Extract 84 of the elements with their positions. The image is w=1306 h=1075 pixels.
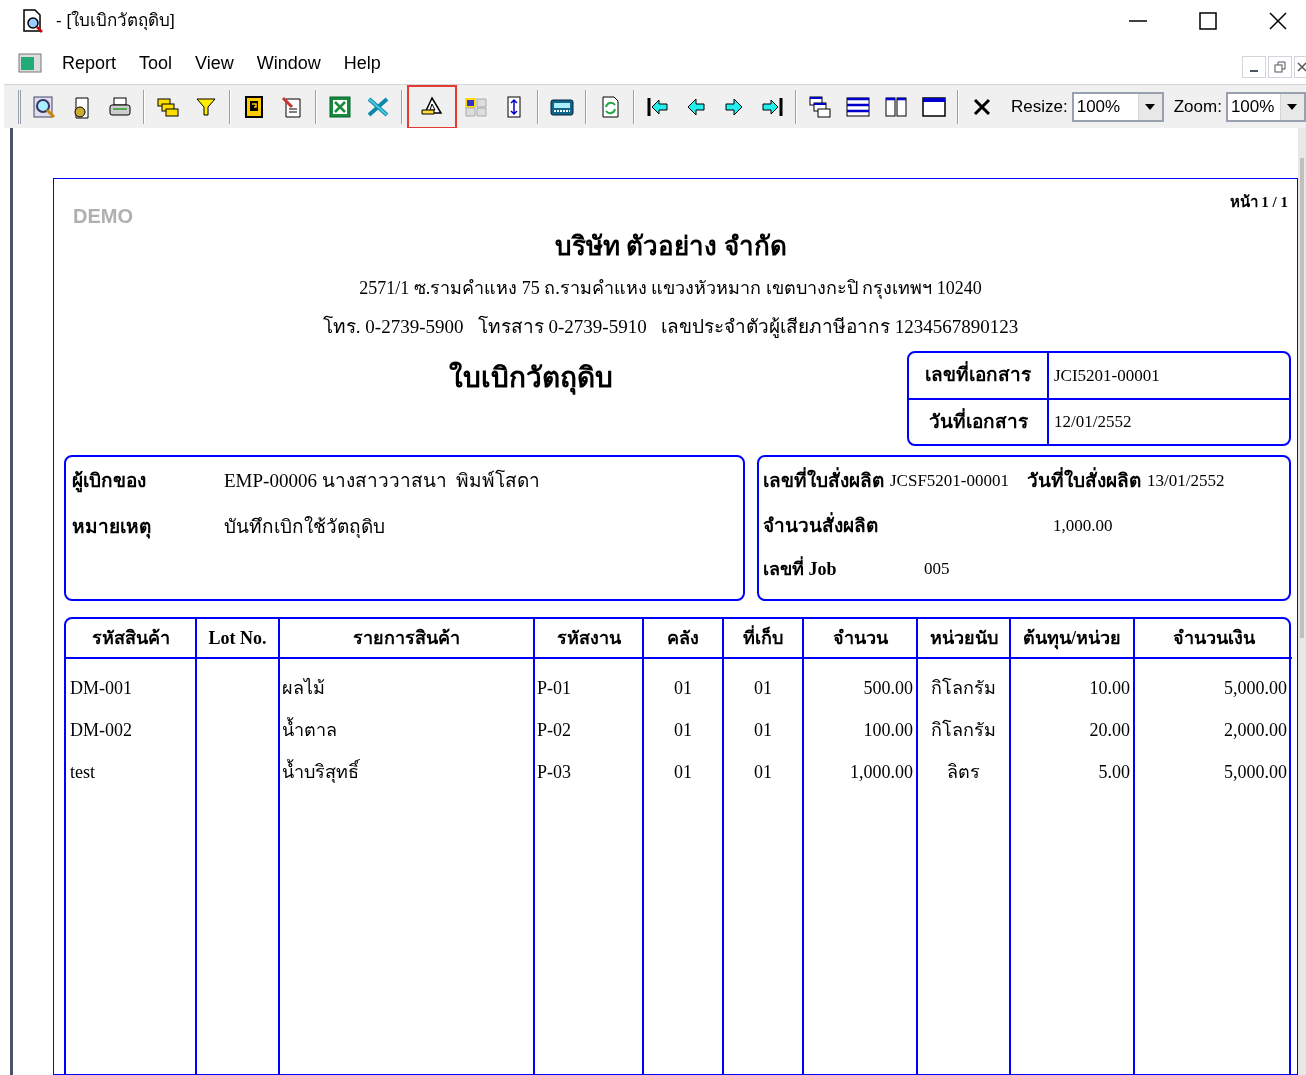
table-cell-text: test <box>70 760 95 784</box>
table-cell-text: 01 <box>674 718 692 742</box>
company-name: บริษัท ตัวอย่าง จำกัด <box>554 231 787 263</box>
table-cell-text: P-03 <box>537 760 571 784</box>
quantity-label: จำนวนสั่งผลิต <box>763 511 879 538</box>
order-number-label: เลขที่ใบสั่งผลิต <box>763 466 884 493</box>
maximize-icon[interactable] <box>1198 11 1218 31</box>
quantity-value: 1,000.00 <box>1053 515 1113 538</box>
note-value: บันทึกเบิกใช้วัตถุดิบ <box>224 514 385 540</box>
table-cell-text: P-01 <box>537 676 571 700</box>
field-label: วันที่เอกสาร <box>928 407 1028 434</box>
table-cell-text: 2,000.00 <box>1224 718 1287 742</box>
menu-item[interactable]: View <box>185 49 244 77</box>
table-cell-text: น้ำตาล <box>282 716 337 742</box>
printer-icon[interactable] <box>108 94 132 119</box>
magnifier-icon[interactable] <box>32 94 56 119</box>
menu-item[interactable]: Window <box>246 49 331 77</box>
window-title: - [ใบเบิกวัตถุดิบ] <box>56 9 175 33</box>
company-address: 2571/1 ซ.รามคำแหง 75 ถ.รามคำแหง แขวงหัวหมาก เขตบางกะปิ กรุงเทพฯ 10240 <box>359 277 982 301</box>
table-cell-text: ลิตร <box>947 760 980 784</box>
menu-item[interactable]: Tool <box>129 49 183 77</box>
dropdown-arrow-icon[interactable] <box>1287 103 1298 110</box>
company-contact: โทร. 0-2739-5900 โทรสาร 0-2739-5910 เลขประจำตัวผู้เสียภาษีอากร 1234567890123 <box>322 314 1019 340</box>
document-title: ใบเบิกวัตถุดิบ <box>448 360 613 397</box>
table-cell-text: DM-002 <box>70 718 132 742</box>
note-label: หมายเหตุ <box>72 514 152 541</box>
cascade-icon[interactable] <box>808 94 832 119</box>
field-value: JCI5201-00001 <box>1053 364 1160 387</box>
field-label: เลขที่เอกสาร <box>925 361 1031 390</box>
table-cell-text: 5.00 <box>1098 760 1130 784</box>
column-header: จำนวน <box>832 626 888 650</box>
requester-value: EMP-00006 นางสาววาสนา พิมพ์โสดา <box>224 468 541 493</box>
demo-watermark: DEMO <box>73 204 133 229</box>
table-cell-text: 5,000.00 <box>1224 676 1287 700</box>
table-cell-text: 01 <box>674 676 692 700</box>
table-cell-text: P-02 <box>537 718 571 742</box>
column-header: คลัง <box>667 626 699 650</box>
minimize-button[interactable] <box>1242 56 1266 78</box>
table-cell-text: ผลไม้ <box>282 676 325 700</box>
page-number: หน้า 1 / 1 <box>1229 193 1288 212</box>
table-cell-text: 01 <box>754 676 772 700</box>
table-cell-text: น้ำบริสุทธิ์ <box>282 758 359 785</box>
order-date-value: 13/01/2552 <box>1147 470 1225 493</box>
menu-item[interactable]: Help <box>333 49 391 77</box>
table-cell-text: DM-001 <box>70 676 132 700</box>
resize-label: Resize: <box>1011 95 1068 118</box>
table-cell-text: 10.00 <box>1089 676 1130 700</box>
requester-label: ผู้เบิกของ <box>72 468 147 495</box>
table-cell-text: 20.00 <box>1089 718 1130 742</box>
table-cell-text: 500.00 <box>863 676 913 700</box>
pencil-page-icon[interactable] <box>280 94 304 119</box>
table-cell-text: 01 <box>754 760 772 784</box>
column-header: รหัสสินค้า <box>91 626 170 650</box>
horizontal-tile-icon[interactable] <box>846 94 870 119</box>
field-value: 12/01/2552 <box>1053 411 1132 433</box>
column-header: หน่วยนับ <box>929 626 998 650</box>
table-cell-text: 01 <box>754 718 772 742</box>
dropdown-arrow-icon[interactable] <box>1145 103 1156 110</box>
resize-dropdown[interactable]: 100% <box>1071 91 1164 122</box>
order-date-label: วันที่ใบสั่งผลิต <box>1027 466 1142 493</box>
close-button[interactable] <box>1294 56 1306 78</box>
column-header: รายการสินค้า <box>353 626 460 650</box>
spreadsheet-icon[interactable] <box>328 94 352 119</box>
order-number-value: JCSF5201-00001 <box>890 470 1010 493</box>
column-header: ที่เก็บ <box>743 624 783 650</box>
job-value: 005 <box>924 558 950 581</box>
column-header: รหัสงาน <box>556 626 621 650</box>
vertical-tile-icon[interactable] <box>884 94 908 119</box>
window-icon[interactable] <box>922 94 946 119</box>
close-icon[interactable] <box>1268 11 1288 31</box>
menu-item[interactable]: Report <box>52 49 127 77</box>
table-cell-text: กิโลกรัม <box>931 718 996 742</box>
zoom-dropdown[interactable]: 100% <box>1225 91 1306 122</box>
restore-icon[interactable] <box>1274 61 1286 73</box>
column-header: ต้นทุน/หน่วย <box>1023 626 1121 652</box>
table-cell-text: กิโลกรัม <box>931 676 996 700</box>
table-cell-text: 5,000.00 <box>1224 760 1287 784</box>
table-cell-text: 01 <box>674 760 692 784</box>
job-label: เลขที่ Job <box>763 555 838 581</box>
zoom-label: Zoom: <box>1173 95 1222 118</box>
table-cell-text: 100.00 <box>863 718 913 742</box>
table-cell-text: 1,000.00 <box>850 760 913 784</box>
column-header: Lot No. <box>208 626 267 650</box>
column-header: จำนวนเงิน <box>1172 626 1255 650</box>
